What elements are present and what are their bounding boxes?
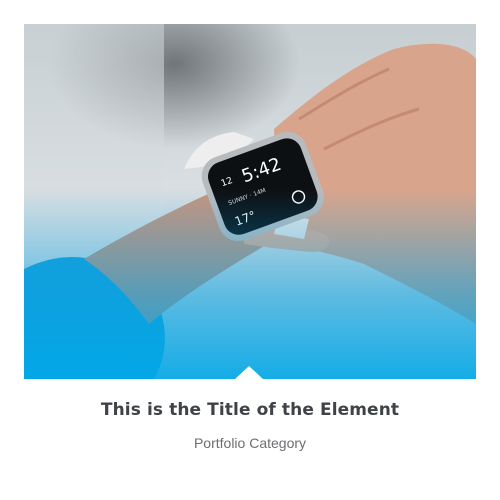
portfolio-image[interactable]: 12 5:42 SUNNY · 14M 17°	[24, 24, 476, 379]
smartwatch-photo: 12 5:42 SUNNY · 14M 17°	[24, 43, 476, 379]
pointer-notch-icon	[234, 366, 264, 379]
portfolio-category[interactable]: Portfolio Category	[24, 435, 476, 451]
portfolio-title[interactable]: This is the Title of the Element	[24, 400, 476, 420]
portfolio-card: 12 5:42 SUNNY · 14M 17° This is the Titl…	[24, 24, 476, 484]
